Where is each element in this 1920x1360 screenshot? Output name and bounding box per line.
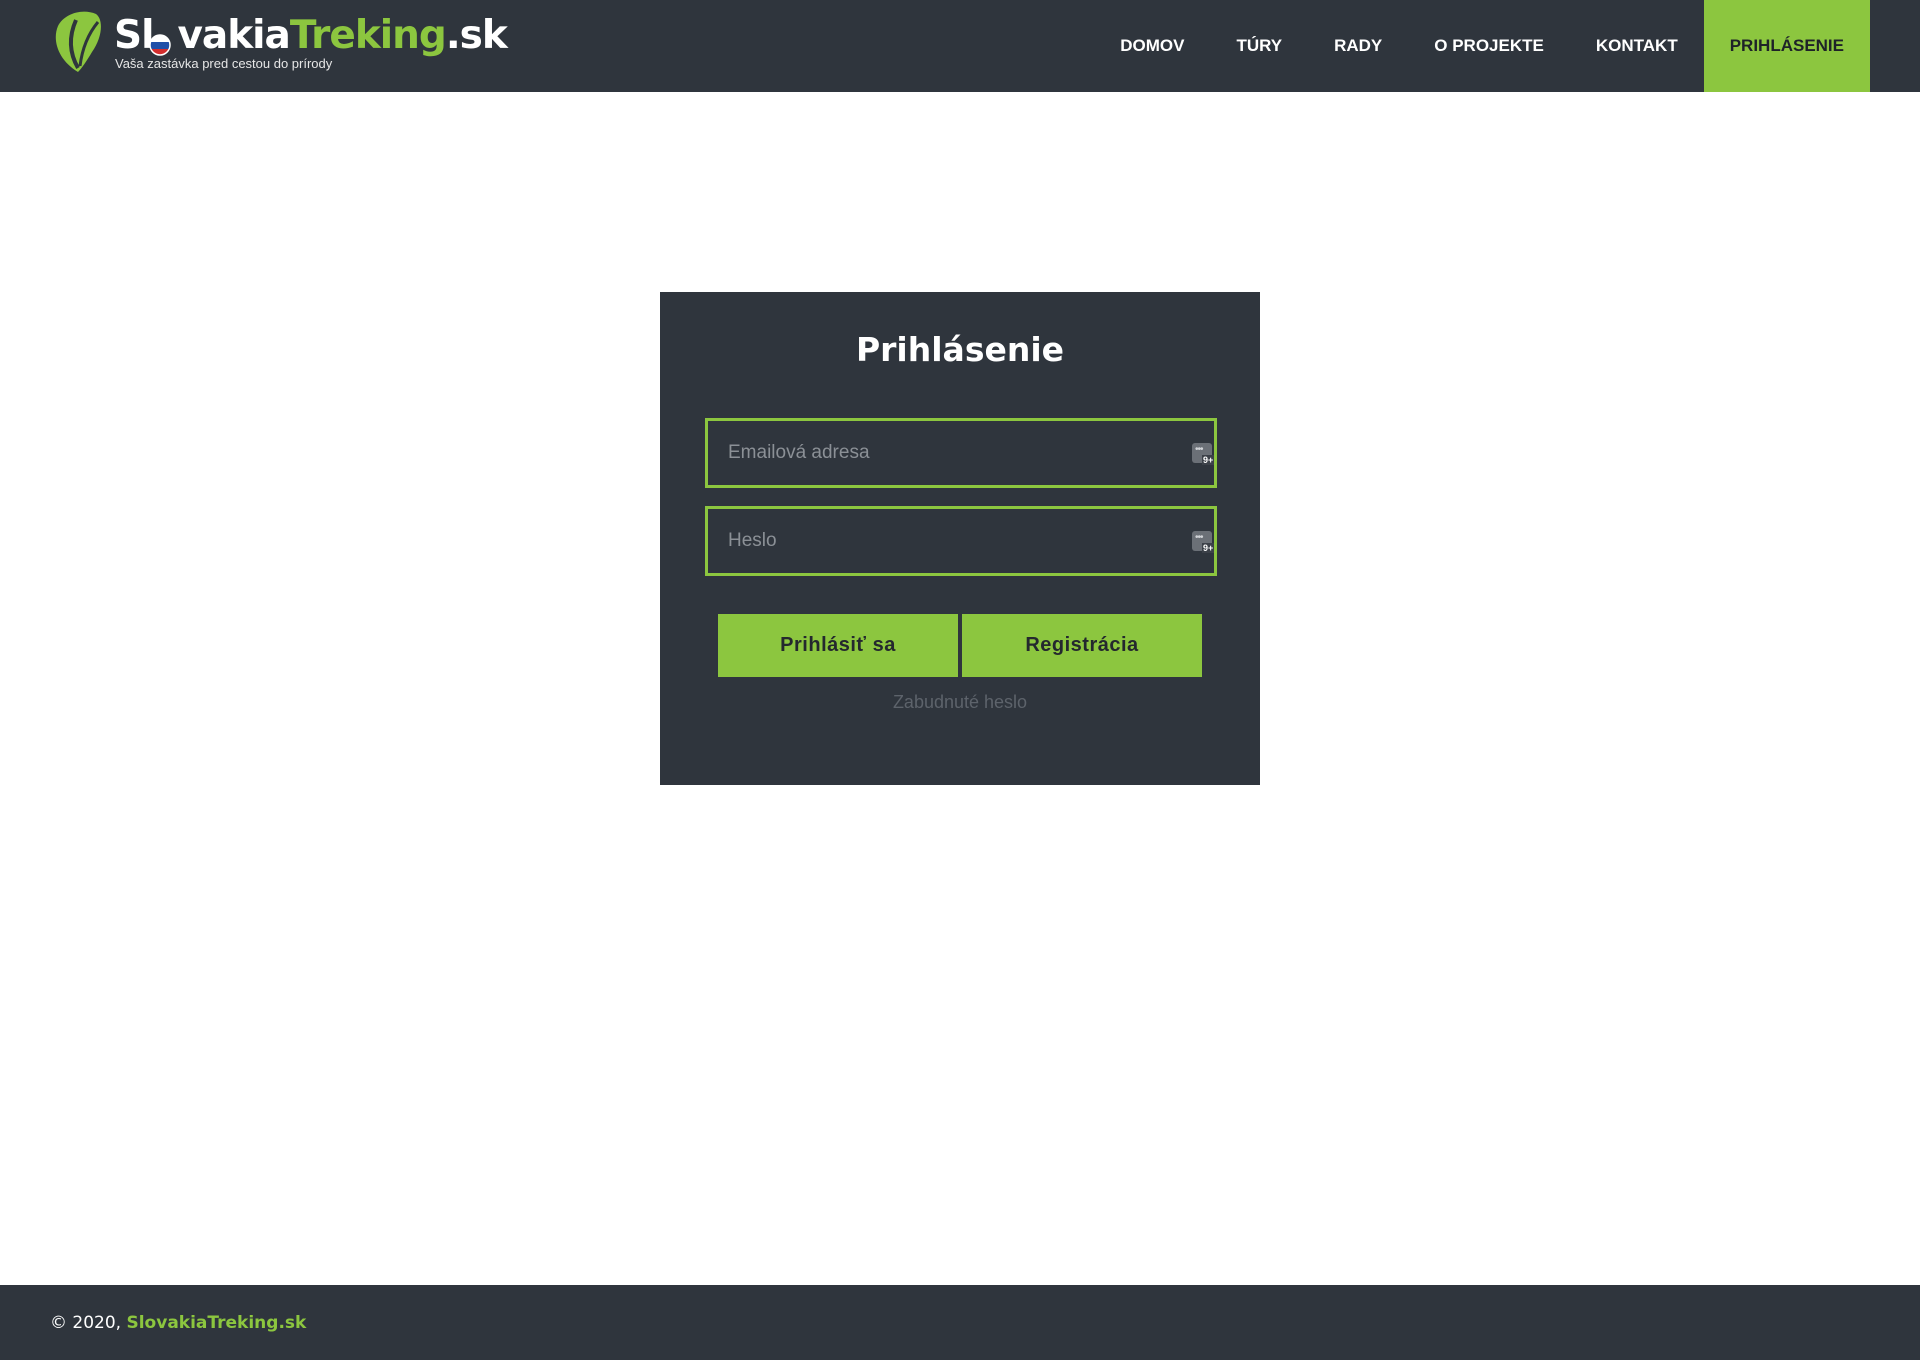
forgot-password-link[interactable]: Zabudnuté heslo (660, 692, 1260, 713)
login-button[interactable]: Prihlásiť sa (718, 614, 958, 677)
site-logo[interactable]: Sl vakiaTreking.sk Vaša zastávka pred ces… (52, 10, 508, 78)
site-header: Sl vakiaTreking.sk Vaša zastávka pred ces… (0, 0, 1920, 92)
logo-tagline: Vaša zastávka pred cestou do prírody (115, 56, 333, 71)
leaf-logo-icon (55, 11, 101, 72)
dots-glyph: ••• (1195, 444, 1203, 455)
slovak-flag-icon (149, 34, 171, 56)
password-manager-icon[interactable]: ••• 9+ (1192, 531, 1215, 553)
password-manager-icon[interactable]: ••• 9+ (1192, 443, 1215, 465)
password-field-wrapper: ••• 9+ (705, 506, 1217, 576)
email-input[interactable] (708, 421, 1214, 485)
email-field-wrapper: ••• 9+ (705, 418, 1217, 488)
copyright-text: © 2020, (50, 1313, 127, 1333)
nav-item-tury[interactable]: TÚRY (1210, 0, 1308, 92)
footer-site-link[interactable]: SlovakiaTreking.sk (126, 1313, 306, 1333)
dots-glyph: ••• (1195, 532, 1203, 543)
site-footer: © 2020, SlovakiaTreking.sk (0, 1285, 1920, 1360)
footer-copyright: © 2020, SlovakiaTreking.sk (50, 1313, 306, 1333)
main-nav: DOMOV TÚRY RADY O PROJEKTE KONTAKT PRIHL… (1094, 0, 1870, 92)
logo-wordmark: Sl vakiaTreking.sk (114, 13, 508, 58)
password-input[interactable] (708, 509, 1214, 573)
nav-item-domov[interactable]: DOMOV (1094, 0, 1210, 92)
nav-item-o-projekte[interactable]: O PROJEKTE (1408, 0, 1570, 92)
nav-item-rady[interactable]: RADY (1308, 0, 1408, 92)
nav-item-prihlasenie[interactable]: PRIHLÁSENIE (1703, 0, 1870, 92)
password-manager-badge: 9+ (1202, 543, 1215, 553)
register-button[interactable]: Registrácia (962, 614, 1202, 677)
login-title: Prihlásenie (855, 330, 1065, 369)
password-manager-badge: 9+ (1202, 455, 1215, 465)
nav-item-kontakt[interactable]: KONTAKT (1570, 0, 1704, 92)
login-card: Prihlásenie ••• 9+ ••• 9+ Prihlásiť sa R… (660, 292, 1260, 785)
